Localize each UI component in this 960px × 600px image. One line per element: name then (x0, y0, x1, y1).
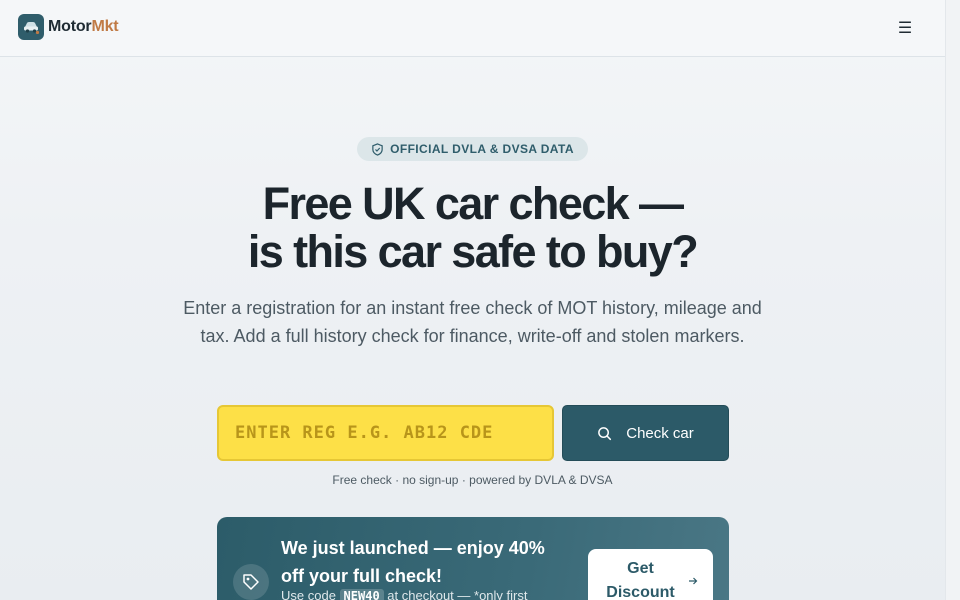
promo-subtext: Use code NEW40 at checkout — *only first (281, 588, 581, 600)
promo-sub-after: at checkout — *only first (387, 588, 528, 600)
search-note: Free check · no sign-up · powered by DVL… (332, 473, 613, 487)
arrow-right-icon (688, 577, 697, 585)
check-car-button[interactable]: Check car (562, 405, 729, 461)
hero-subtitle: Enter a registration for an instant free… (183, 298, 762, 346)
promo-code: NEW40 (339, 589, 384, 600)
page: MotorMkt ☰ OFFICIAL DVLA & DVSA DATA Fre… (0, 0, 945, 600)
hamburger-menu-icon[interactable]: ☰ (895, 18, 915, 38)
logo-text: MotorMkt (48, 18, 119, 36)
page-title: Free UK car check — is this car safe to … (0, 180, 945, 276)
registration-input[interactable] (217, 405, 554, 461)
promo-banner: We just launched — enjoy 40% off your fu… (217, 517, 729, 600)
logo-text-part1: Motor (48, 18, 92, 35)
promo-sub-before: Use code (281, 588, 336, 600)
logo[interactable]: MotorMkt (18, 14, 119, 40)
logo-text-part2: Mkt (91, 18, 119, 35)
site-header: MotorMkt ☰ (0, 0, 945, 57)
get-discount-label: Get Discount (606, 560, 675, 600)
title-line-2: is this car safe to buy? (247, 226, 699, 277)
page-scrollbar[interactable] (945, 0, 960, 600)
get-discount-button[interactable]: Get Discount (588, 549, 713, 600)
tag-icon (233, 564, 269, 600)
promo-title: We just launched — enjoy 40% off your fu… (281, 538, 545, 586)
official-data-badge: OFFICIAL DVLA & DVSA DATA (357, 137, 588, 161)
title-line-1: Free UK car check — (262, 178, 684, 229)
shield-check-icon (372, 142, 383, 156)
badge-label: OFFICIAL DVLA & DVSA DATA (390, 142, 574, 156)
car-icon (18, 14, 44, 40)
check-car-label: Check car (626, 424, 694, 442)
search-icon (598, 426, 612, 440)
